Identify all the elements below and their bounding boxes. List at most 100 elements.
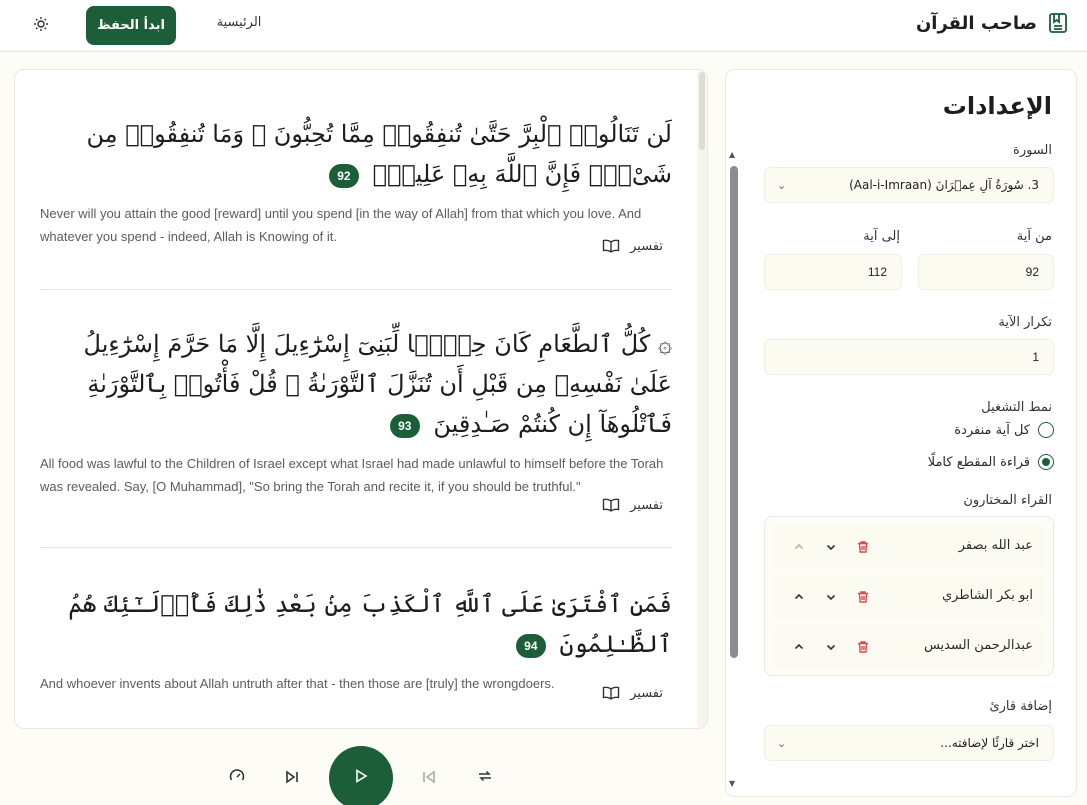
move-up-button[interactable] [789,637,809,657]
trash-icon [858,591,868,603]
play-icon [353,768,369,788]
previous-button[interactable] [416,765,442,791]
tafsir-button[interactable]: تفسير [600,685,663,701]
add-reciter-placeholder: اختر قارئًا لإضافته... [940,736,1039,750]
tafsir-button[interactable]: تفسير [600,497,663,513]
trash-icon [858,541,868,553]
repeat-ayah-value: 1 [1032,350,1039,364]
tafsir-button[interactable]: تفسير [600,238,663,254]
gauge-icon [229,768,245,788]
verse-arabic-text: لَن تَنَالُوا۟ ٱلْبِرَّ حَتَّىٰ تُنفِقُو… [40,114,672,194]
verse-divider [40,547,672,548]
chevron-down-icon [826,544,836,551]
tafsir-label: تفسير [630,238,663,254]
skip-previous-icon [422,769,436,788]
move-down-button[interactable] [821,537,841,557]
audio-player [0,735,720,805]
selected-reciters-label: القراء المختارون [963,493,1052,508]
reciter-item: ابو بكر الشاطري [773,575,1045,619]
verse-card: ۞ كُلُّ ٱلطَّعَامِ كَانَ حِلًّۭا لِّبَنِ… [40,324,672,498]
mode-option-label: قراءة المقطع كاملًا [927,454,1030,470]
verse-arabic: لَن تَنَالُوا۟ ٱلْبِرَّ حَتَّىٰ تُنفِقُو… [86,120,672,188]
repeat-ayah-label: تكرار الآية [998,315,1052,330]
delete-reciter-button[interactable] [853,637,873,657]
move-down-button[interactable] [821,587,841,607]
trash-icon [858,641,868,653]
to-ayah-label: إلى آية [863,229,900,244]
radio-button[interactable] [1038,422,1054,438]
to-ayah-value: 112 [867,265,887,279]
ayah-number-badge: 92 [328,163,359,188]
book-bookmark-icon [1047,12,1069,34]
move-up-button[interactable] [789,587,809,607]
theme-toggle-button[interactable] [22,8,60,44]
play-button[interactable] [329,746,393,805]
from-ayah-value: 92 [1025,265,1039,279]
move-up-button[interactable] [789,537,809,557]
surah-select[interactable]: ⌄ 3. سُورَةُ آلِ عِمۡرَانَ (Aal-i-Imraan… [764,167,1054,203]
ayah-number-badge: 94 [515,633,546,658]
top-header: ابدأ الحفظ الرئيسية صاحب القرآن [0,0,1087,52]
open-book-icon [600,685,620,701]
ayah-number-badge: 93 [389,413,420,438]
from-ayah-label: من آية [1016,229,1052,244]
settings-title: الإعدادات [942,92,1052,120]
sun-icon [33,16,49,36]
chevron-up-icon [794,643,804,650]
to-ayah-input[interactable]: 112 [764,254,902,290]
tafsir-label: تفسير [630,685,663,701]
start-memorizing-button[interactable]: ابدأ الحفظ [86,6,176,45]
verse-arabic: فَمَنِ ٱفْتَرَىٰ عَلَى ٱللَّهِ ٱلْكَذِبَ… [68,590,672,658]
verses-scrollbar-thumb[interactable] [699,72,705,150]
scroll-down-arrow-icon[interactable]: ▼ [729,779,735,788]
repeat-ayah-input[interactable]: 1 [764,339,1054,375]
next-button[interactable] [279,765,305,791]
chevron-up-icon [794,593,804,600]
tafsir-label: تفسير [630,497,663,513]
verse-arabic-text: فَمَنِ ٱفْتَرَىٰ عَلَى ٱللَّهِ ٱلْكَذِبَ… [40,584,672,664]
verses-panel: لَن تَنَالُوا۟ ٱلْبِرَّ حَتَّىٰ تُنفِقُو… [14,69,708,729]
home-nav-link[interactable]: الرئيسية [205,15,273,30]
skip-next-icon [285,769,299,788]
chevron-down-icon: ⌄ [777,736,787,750]
settings-panel: ▲ ▼ الإعدادات السورة ⌄ 3. سُورَةُ آلِ عِ… [725,69,1077,797]
verse-arabic: ۞ كُلُّ ٱلطَّعَامِ كَانَ حِلًّۭا لِّبَنِ… [83,330,672,438]
verse-translation: And whoever invents about Allah untruth … [40,676,555,691]
brand-title: صاحب القرآن [915,12,1037,34]
settings-scrollbar-thumb[interactable] [730,166,738,658]
verse-card: لَن تَنَالُوا۟ ٱلْبِرَّ حَتَّىٰ تُنفِقُو… [40,114,672,248]
add-reciter-select[interactable]: ⌄ اختر قارئًا لإضافته... [764,725,1054,761]
repeat-button[interactable] [472,765,498,791]
brand[interactable]: صاحب القرآن [916,12,1069,34]
verses-scrollbar[interactable] [697,70,707,728]
reciter-name: ابو بكر الشاطري [941,588,1033,603]
open-book-icon [600,497,620,513]
move-down-button[interactable] [821,637,841,657]
verses-list: لَن تَنَالُوا۟ ٱلْبِرَّ حَتَّىٰ تُنفِقُو… [15,70,699,728]
surah-select-value: 3. سُورَةُ آلِ عِمۡرَانَ (Aal-i-Imraan) [849,178,1039,192]
playback-mode-label: نمط التشغيل [981,400,1052,415]
from-ayah-input[interactable]: 92 [918,254,1054,290]
verse-divider [40,289,672,290]
settings-scrollbar[interactable]: ▲ ▼ [726,70,740,796]
radio-button-selected[interactable] [1038,454,1054,470]
speed-button[interactable] [224,765,250,791]
delete-reciter-button[interactable] [853,587,873,607]
add-reciter-label: إضافة قارئ [989,699,1052,714]
selected-reciters-list: عبد الله بصفر ابو بكر الشاطري عبدالرحمن … [764,516,1054,676]
reciter-item: عبدالرحمن السديس [773,625,1045,669]
delete-reciter-button[interactable] [853,537,873,557]
reciter-name: عبدالرحمن السديس [923,638,1033,653]
reciter-name: عبد الله بصفر [958,538,1033,553]
chevron-down-icon [826,594,836,601]
verse-card: فَمَنِ ٱفْتَرَىٰ عَلَى ٱللَّهِ ٱلْكَذِبَ… [40,584,672,695]
mode-option-full[interactable]: قراءة المقطع كاملًا [928,454,1054,470]
chevron-down-icon [826,644,836,651]
surah-label: السورة [1013,143,1052,158]
repeat-icon [477,768,493,788]
verse-translation: Never will you attain the good [reward] … [40,206,642,244]
reciter-item: عبد الله بصفر [773,525,1045,569]
mode-option-single[interactable]: كل آية منفردة [954,422,1054,438]
chevron-down-icon: ⌄ [777,178,787,192]
scroll-up-arrow-icon[interactable]: ▲ [729,150,735,159]
